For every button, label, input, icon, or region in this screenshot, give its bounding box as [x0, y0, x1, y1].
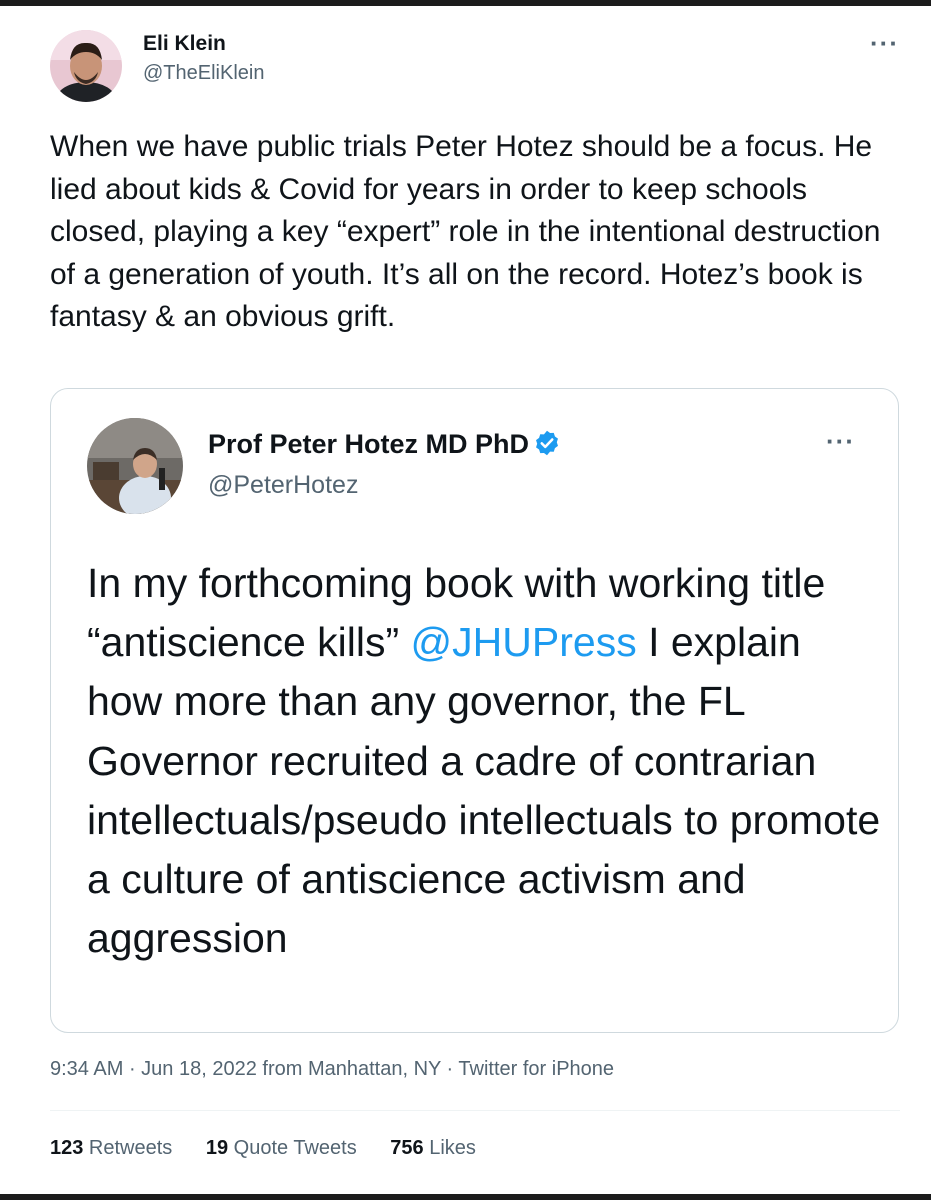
quoted-author-avatar[interactable] — [87, 418, 183, 514]
meta-separator-2: · — [441, 1058, 459, 1080]
tweet-time[interactable]: 9:34 AM — [50, 1058, 123, 1080]
tweet-card: Eli Klein @TheEliKlein ··· When we have … — [0, 6, 931, 1194]
quote-tweets-label: Quote Tweets — [228, 1137, 357, 1159]
retweets-label: Retweets — [83, 1137, 173, 1159]
tweet-text: When we have public trials Peter Hotez s… — [50, 130, 881, 333]
quoted-author-name[interactable]: Prof Peter Hotez MD PhD — [208, 429, 561, 460]
likes-count: 756 — [390, 1137, 424, 1159]
retweets-count: 123 — [50, 1137, 84, 1159]
engagement-stats: 123 Retweets 19 Quote Tweets 756 Likes — [50, 1137, 504, 1160]
verified-badge-icon — [533, 429, 561, 457]
tweet-source[interactable]: Twitter for iPhone — [458, 1058, 614, 1080]
mention-link[interactable]: @JHUPress — [411, 619, 637, 665]
likes-label: Likes — [423, 1137, 476, 1159]
author-handle[interactable]: @TheEliKlein — [143, 62, 264, 85]
retweets-stat[interactable]: 123 Retweets — [50, 1137, 172, 1159]
author-name[interactable]: Eli Klein — [143, 32, 226, 56]
author-avatar[interactable] — [50, 30, 122, 102]
quoted-tweet[interactable]: Prof Peter Hotez MD PhD @PeterHotez ··· … — [50, 388, 899, 1033]
quoted-tweet-text: In my forthcoming book with working titl… — [87, 554, 887, 968]
quoted-text-after: I explain how more than any governor, th… — [87, 619, 881, 962]
likes-stat[interactable]: 756 Likes — [390, 1137, 476, 1159]
divider — [50, 1110, 900, 1111]
tweet-location: from Manhattan, NY — [256, 1058, 441, 1080]
tweet-meta: 9:34 AM · Jun 18, 2022 from Manhattan, N… — [50, 1058, 614, 1081]
tweet-date[interactable]: Jun 18, 2022 — [141, 1058, 257, 1080]
quote-tweets-count: 19 — [205, 1137, 229, 1159]
quoted-more-options-icon[interactable]: ··· — [826, 428, 855, 454]
meta-separator: · — [123, 1058, 142, 1080]
quote-tweets-stat[interactable]: 19 Quote Tweets — [206, 1137, 357, 1159]
quoted-author-name-text[interactable]: Prof Peter Hotez MD PhD — [208, 429, 529, 459]
more-options-icon[interactable]: ··· — [870, 30, 899, 56]
quoted-author-handle[interactable]: @PeterHotez — [208, 471, 358, 500]
